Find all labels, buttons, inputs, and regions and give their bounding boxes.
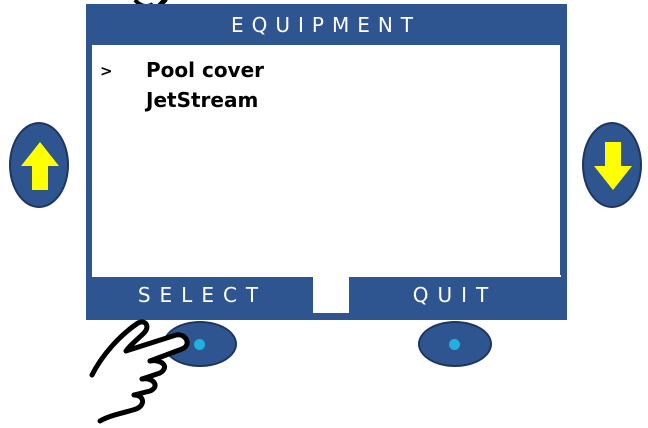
indicator-dot bbox=[449, 339, 460, 350]
quit-softkey[interactable]: QUIT bbox=[349, 275, 561, 314]
scroll-down-button[interactable] bbox=[582, 122, 642, 208]
list-item-jetstream[interactable]: JetStream bbox=[96, 85, 536, 115]
list-item-pool-cover[interactable]: > Pool cover bbox=[96, 55, 536, 85]
list-item-label: JetStream bbox=[146, 88, 259, 112]
scroll-up-button[interactable] bbox=[9, 122, 69, 208]
select-softkey[interactable]: SELECT bbox=[92, 275, 313, 314]
pointing-hand-icon bbox=[89, 319, 190, 424]
arrow-down-icon bbox=[594, 142, 632, 190]
arrow-up-icon bbox=[21, 142, 59, 190]
equipment-list: > Pool cover JetStream bbox=[96, 55, 536, 115]
list-item-label: Pool cover bbox=[146, 58, 265, 82]
screen-title: EQUIPMENT bbox=[230, 13, 422, 37]
right-softkey-button[interactable] bbox=[418, 321, 492, 367]
selection-cursor: > bbox=[100, 62, 113, 80]
softkey-divider bbox=[313, 275, 349, 313]
